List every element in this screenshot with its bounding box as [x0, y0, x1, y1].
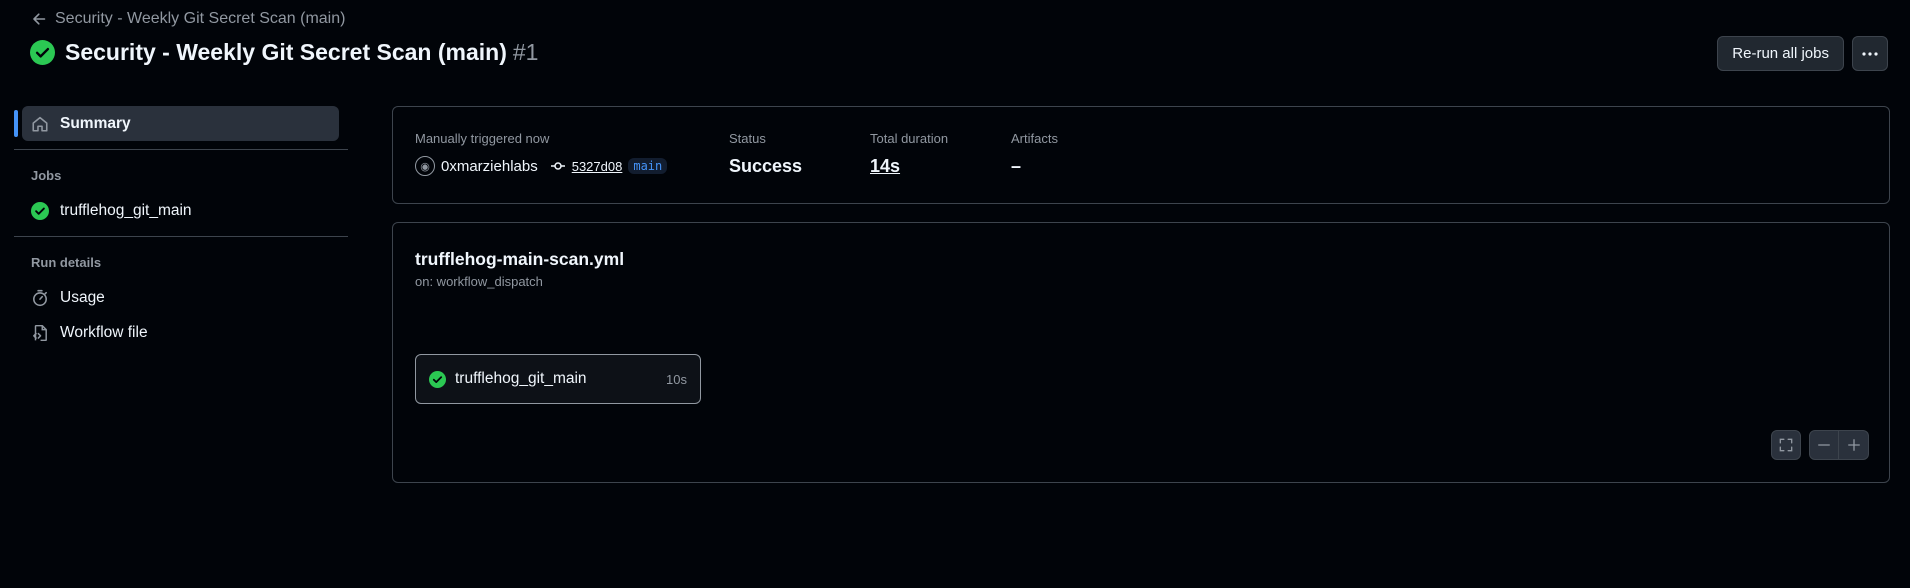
dash-icon — [1817, 438, 1831, 452]
fullscreen-button[interactable] — [1771, 430, 1801, 460]
sidebar-item-label: trufflehog_git_main — [60, 201, 192, 219]
sidebar-item-label: Workflow file — [60, 323, 148, 341]
duration-column: Total duration 14s — [870, 131, 948, 177]
run-number: #1 — [512, 39, 539, 65]
workflow-trigger: on: workflow_dispatch — [415, 274, 543, 289]
zoom-out-button[interactable] — [1809, 430, 1839, 460]
artifacts-label: Artifacts — [1011, 131, 1058, 146]
job-node-name: trufflehog_git_main — [455, 370, 587, 387]
file-code-icon — [31, 324, 49, 342]
plus-icon — [1847, 438, 1861, 452]
home-icon — [31, 115, 49, 133]
active-indicator — [14, 110, 18, 137]
sidebar-item-summary[interactable]: Summary — [14, 106, 339, 141]
success-check-icon — [30, 40, 55, 65]
sidebar-divider — [14, 236, 348, 237]
back-link[interactable]: Security - Weekly Git Secret Scan (main) — [31, 10, 345, 28]
actor-name[interactable]: 0xmarziehlabs — [441, 158, 538, 175]
success-check-icon — [429, 370, 446, 388]
arrow-left-icon — [31, 11, 47, 27]
rerun-all-jobs-button[interactable]: Re-run all jobs — [1717, 36, 1844, 71]
back-link-label: Security - Weekly Git Secret Scan (main) — [55, 10, 346, 27]
avatar[interactable]: ◉ — [415, 156, 435, 176]
sidebar: Summary Jobs trufflehog_git_main Run det… — [14, 106, 348, 350]
trigger-label: Manually triggered now — [415, 131, 550, 146]
sidebar-item-job[interactable]: trufflehog_git_main — [14, 193, 348, 228]
job-node[interactable]: trufflehog_git_main 10s — [415, 354, 701, 404]
jobs-heading: Jobs — [31, 168, 62, 183]
workflow-graph-card: trufflehog-main-scan.yml on: workflow_di… — [392, 222, 1890, 483]
zoom-in-button[interactable] — [1839, 430, 1869, 460]
run-details-heading: Run details — [31, 255, 102, 270]
job-node-duration: 10s — [666, 371, 687, 387]
page-title: Security - Weekly Git Secret Scan (main) — [65, 39, 507, 65]
status-label: Status — [729, 131, 766, 146]
workflow-file-name: trufflehog-main-scan.yml — [415, 249, 625, 269]
duration-label: Total duration — [870, 131, 949, 146]
sidebar-item-label: Usage — [60, 288, 105, 306]
more-options-button[interactable] — [1852, 36, 1888, 71]
trigger-details: ◉ 0xmarziehlabs 5327d08 main — [415, 156, 668, 176]
sidebar-divider — [14, 149, 348, 150]
status-column: Status Success — [729, 131, 802, 177]
zoom-button-group — [1809, 430, 1869, 460]
branch-tag[interactable]: main — [628, 158, 668, 174]
page-title-row: Security - Weekly Git Secret Scan (main)… — [30, 39, 538, 66]
graph-zoom-controls — [1771, 430, 1869, 460]
sidebar-item-workflow-file[interactable]: Workflow file — [14, 315, 348, 350]
stopwatch-icon — [31, 289, 49, 307]
header-actions: Re-run all jobs — [1717, 36, 1888, 71]
sidebar-item-label: Summary — [60, 114, 131, 132]
status-value: Success — [729, 156, 803, 176]
trigger-column: Manually triggered now ◉ 0xmarziehlabs 5… — [415, 131, 668, 176]
success-check-icon — [31, 201, 49, 220]
git-commit-icon — [550, 158, 566, 174]
commit-link[interactable]: 5327d08 — [572, 159, 623, 174]
screen-full-icon — [1779, 438, 1793, 452]
kebab-horizontal-icon — [1861, 51, 1879, 57]
artifacts-column: Artifacts – — [1011, 131, 1058, 177]
duration-link[interactable]: 14s — [870, 156, 948, 177]
run-summary-card: Manually triggered now ◉ 0xmarziehlabs 5… — [392, 106, 1890, 204]
artifacts-value: – — [1011, 156, 1022, 176]
sidebar-item-usage[interactable]: Usage — [14, 280, 348, 315]
